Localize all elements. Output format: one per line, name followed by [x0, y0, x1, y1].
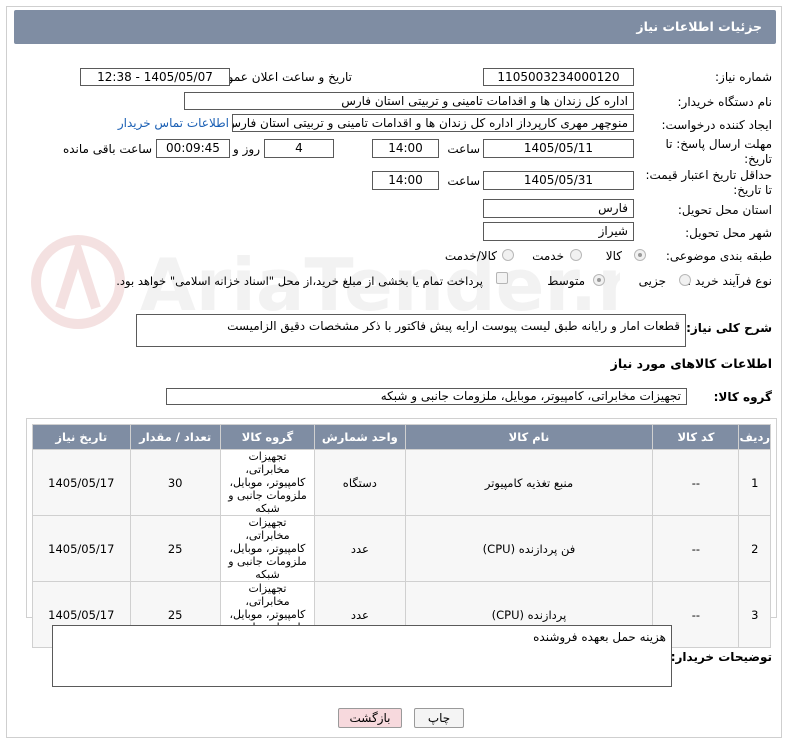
- process-medium-label: متوسط: [547, 274, 585, 288]
- province-label: استان محل تحویل:: [677, 203, 772, 217]
- category-goods-label: کالا: [605, 249, 622, 263]
- col-unit: واحد شمارش: [314, 424, 406, 450]
- cell-date: 1405/05/17: [32, 515, 131, 582]
- col-code: کد کالا: [652, 424, 740, 450]
- buyer-org-field[interactable]: اداره کل زندان ها و اقدامات تامینی و ترب…: [184, 92, 634, 110]
- col-group: گروه کالا: [219, 424, 316, 450]
- category-label: طبقه بندی موضوعی:: [665, 249, 772, 263]
- price-validity-label: حداقل تاریخ اعتبار قیمت:: [645, 168, 772, 182]
- col-qty: تعداد / مقدار: [129, 424, 221, 450]
- buyer-org-label: نام دستگاه خریدار:: [677, 95, 773, 109]
- cell-unit: عدد: [314, 515, 406, 582]
- process-minor-label: جزیی: [638, 274, 666, 288]
- city-field[interactable]: شیراز: [483, 222, 634, 241]
- goods-section-title: اطلاعات کالاهای مورد نیاز: [610, 356, 772, 371]
- back-button[interactable]: بازگشت: [338, 708, 402, 728]
- cell-date: 1405/05/17: [32, 449, 131, 516]
- reply-time-field[interactable]: 14:00: [372, 139, 439, 158]
- cell-qty: 30: [129, 449, 221, 516]
- process-medium-radio[interactable]: [593, 274, 605, 286]
- category-goods-service-label: کالا/خدمت: [444, 249, 497, 263]
- creator-label: ایجاد کننده درخواست:: [661, 118, 772, 132]
- goods-group-field[interactable]: تجهیزات مخابراتی، کامپیوتر، موبایل، ملزو…: [166, 388, 687, 405]
- table-row[interactable]: 2 -- فن پردازنده (CPU) عدد تجهیزات مخابر…: [32, 515, 771, 582]
- col-row: ردیف: [738, 424, 771, 450]
- price-validity-time-field[interactable]: 14:00: [372, 171, 439, 190]
- remaining-time-field[interactable]: 00:09:45: [156, 139, 230, 158]
- col-name: نام کالا: [404, 424, 654, 450]
- price-validity-label-2: تا تاریخ:: [733, 183, 772, 197]
- reply-date-field[interactable]: 1405/05/11: [483, 139, 634, 158]
- page-title: جزئیات اطلاعات نیاز: [636, 19, 762, 34]
- table-row[interactable]: 1 -- منبع تغذیه کامپیوتر دستگاه تجهیزات …: [32, 449, 771, 516]
- remaining-time-label: ساعت باقی مانده: [62, 142, 152, 156]
- cell-unit: دستگاه: [314, 449, 406, 516]
- reply-deadline-label-2: تاریخ:: [744, 152, 772, 166]
- title-bar: جزئیات اطلاعات نیاز: [14, 10, 776, 44]
- cell-group: تجهیزات مخابراتی، کامپیوتر، موبایل، ملزو…: [219, 515, 316, 582]
- cell-row: 1: [738, 449, 771, 516]
- category-service-label: خدمت: [532, 249, 564, 263]
- cell-row: 3: [738, 581, 771, 648]
- treasury-payment-note: پرداخت تمام یا بخشی از مبلغ خرید،از محل …: [116, 274, 483, 288]
- reply-time-label: ساعت: [447, 142, 480, 156]
- category-service-radio[interactable]: [570, 249, 582, 261]
- category-goods-radio[interactable]: [634, 249, 646, 261]
- days-label: روز و: [233, 142, 260, 156]
- contact-info-link[interactable]: اطلاعات تماس خریدار: [118, 116, 229, 130]
- creator-field[interactable]: منوچهر مهری کارپرداز اداره کل زندان ها و…: [232, 114, 634, 132]
- category-goods-service-radio[interactable]: [502, 249, 514, 261]
- buyer-notes-textarea[interactable]: هزینه حمل بعهده فروشنده: [52, 625, 672, 687]
- print-button[interactable]: چاپ: [414, 708, 464, 728]
- need-number-field[interactable]: 1105003234000120: [483, 68, 634, 86]
- items-table: ردیف کد کالا نام کالا واحد شمارش گروه کا…: [32, 424, 771, 648]
- cell-qty: 25: [129, 515, 221, 582]
- cell-code: --: [652, 449, 740, 516]
- reply-deadline-label: مهلت ارسال پاسخ: تا: [665, 137, 772, 151]
- cell-group: تجهیزات مخابراتی، کامپیوتر، موبایل، ملزو…: [219, 449, 316, 516]
- need-number-label: شماره نیاز:: [715, 70, 772, 84]
- process-label: نوع فرآیند خرید :: [687, 274, 772, 288]
- process-minor-radio[interactable]: [679, 274, 691, 286]
- treasury-payment-checkbox[interactable]: [496, 272, 508, 284]
- description-label: شرح کلی نیاز:: [686, 321, 772, 335]
- province-field[interactable]: فارس: [483, 199, 634, 218]
- days-remaining-field[interactable]: 4: [264, 139, 334, 158]
- cell-code: --: [652, 515, 740, 582]
- col-date: تاریخ نیاز: [32, 424, 131, 450]
- cell-name: منبع تغذیه کامپیوتر: [404, 449, 654, 516]
- price-validity-date-field[interactable]: 1405/05/31: [483, 171, 634, 190]
- cell-row: 2: [738, 515, 771, 582]
- cell-name: فن پردازنده (CPU): [404, 515, 654, 582]
- announce-datetime-field[interactable]: 1405/05/07 - 12:38: [80, 68, 230, 86]
- description-textarea[interactable]: قطعات امار و رایانه طبق لیست پیوست ارایه…: [136, 314, 686, 347]
- goods-group-label: گروه کالا:: [713, 390, 772, 404]
- city-label: شهر محل تحویل:: [685, 226, 772, 240]
- price-validity-time-label: ساعت: [447, 174, 480, 188]
- buyer-notes-label: توضیحات خریدار:: [670, 650, 772, 664]
